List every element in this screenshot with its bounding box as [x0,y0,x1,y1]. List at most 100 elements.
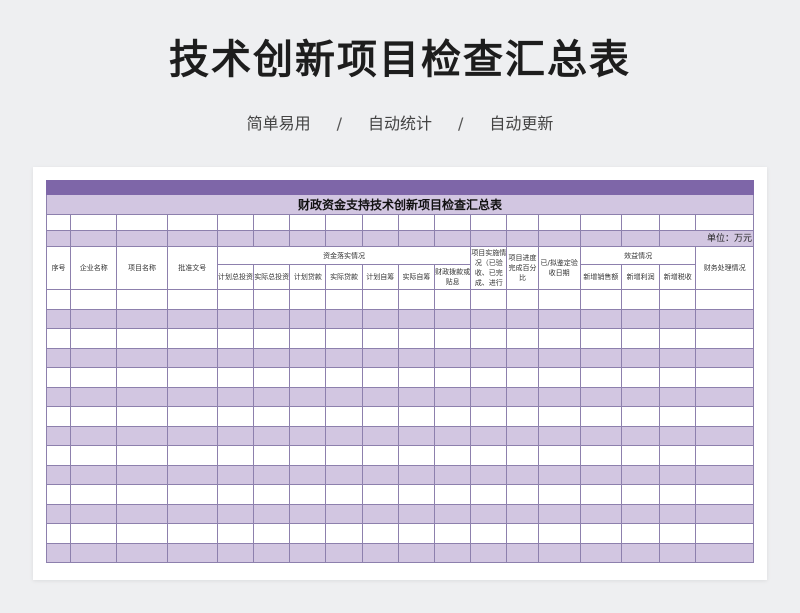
cell[interactable] [695,328,754,349]
cell[interactable] [116,230,168,247]
cell[interactable] [70,289,118,310]
cell[interactable] [361,214,399,231]
cell[interactable] [116,328,168,349]
cell[interactable] [695,484,754,505]
cell[interactable] [695,289,754,310]
cell[interactable] [695,503,754,524]
cell[interactable] [537,367,581,388]
cell[interactable] [434,230,472,247]
cell[interactable] [579,289,623,310]
cell[interactable] [253,542,291,563]
cell[interactable] [361,445,399,466]
cell[interactable] [325,542,363,563]
cell[interactable] [116,503,168,524]
cell[interactable] [470,386,508,407]
cell[interactable] [397,425,436,446]
cell[interactable] [70,347,118,368]
cell[interactable] [695,367,754,388]
cell[interactable] [289,464,327,485]
cell[interactable] [166,484,218,505]
cell[interactable] [620,289,661,310]
cell[interactable] [361,347,399,368]
cell[interactable] [695,308,754,329]
cell[interactable] [325,289,363,310]
cell[interactable] [506,445,539,466]
cell[interactable] [434,328,472,349]
cell[interactable] [166,308,218,329]
cell[interactable] [620,523,661,544]
cell[interactable] [361,289,399,310]
cell[interactable] [216,503,255,524]
cell[interactable] [216,542,255,563]
cell[interactable] [361,523,399,544]
cell[interactable] [70,386,118,407]
cell[interactable] [253,464,291,485]
cell[interactable] [620,214,661,231]
cell[interactable] [579,484,623,505]
cell[interactable] [253,289,291,310]
cell[interactable] [695,523,754,544]
cell[interactable] [506,367,539,388]
cell[interactable] [253,230,291,247]
cell[interactable] [434,503,472,524]
cell[interactable] [620,445,661,466]
cell[interactable] [70,503,118,524]
cell[interactable] [434,214,472,231]
cell[interactable] [695,386,754,407]
cell[interactable] [166,425,218,446]
cell[interactable] [166,214,218,231]
cell[interactable] [45,230,72,247]
cell[interactable] [116,523,168,544]
cell[interactable] [620,406,661,427]
cell[interactable] [253,523,291,544]
cell[interactable] [537,230,581,247]
cell[interactable] [659,386,697,407]
cell[interactable] [620,425,661,446]
cell[interactable] [659,542,697,563]
cell[interactable] [397,542,436,563]
cell[interactable] [579,386,623,407]
cell[interactable] [506,230,539,247]
cell[interactable] [361,503,399,524]
cell[interactable] [659,503,697,524]
cell[interactable] [116,347,168,368]
cell[interactable] [45,523,72,544]
cell[interactable] [579,347,623,368]
cell[interactable] [659,214,697,231]
cell[interactable] [325,386,363,407]
cell[interactable] [361,367,399,388]
cell[interactable] [45,406,72,427]
cell[interactable] [506,406,539,427]
cell[interactable] [506,214,539,231]
cell[interactable] [70,367,118,388]
cell[interactable] [289,386,327,407]
cell[interactable] [695,425,754,446]
cell[interactable] [325,406,363,427]
cell[interactable] [506,328,539,349]
cell[interactable] [116,214,168,231]
cell[interactable] [289,445,327,466]
cell[interactable] [70,445,118,466]
cell[interactable] [470,464,508,485]
cell[interactable] [325,503,363,524]
cell[interactable] [537,542,581,563]
cell[interactable] [579,230,623,247]
cell[interactable] [116,484,168,505]
cell[interactable] [166,347,218,368]
cell[interactable] [325,308,363,329]
cell[interactable] [325,464,363,485]
cell[interactable] [116,367,168,388]
cell[interactable] [470,425,508,446]
cell[interactable] [659,445,697,466]
cell[interactable] [397,464,436,485]
cell[interactable] [620,542,661,563]
cell[interactable] [361,464,399,485]
cell[interactable] [289,425,327,446]
cell[interactable] [397,406,436,427]
cell[interactable] [216,308,255,329]
cell[interactable] [537,386,581,407]
cell[interactable] [537,484,581,505]
cell[interactable] [434,425,472,446]
cell[interactable] [434,542,472,563]
cell[interactable] [325,347,363,368]
